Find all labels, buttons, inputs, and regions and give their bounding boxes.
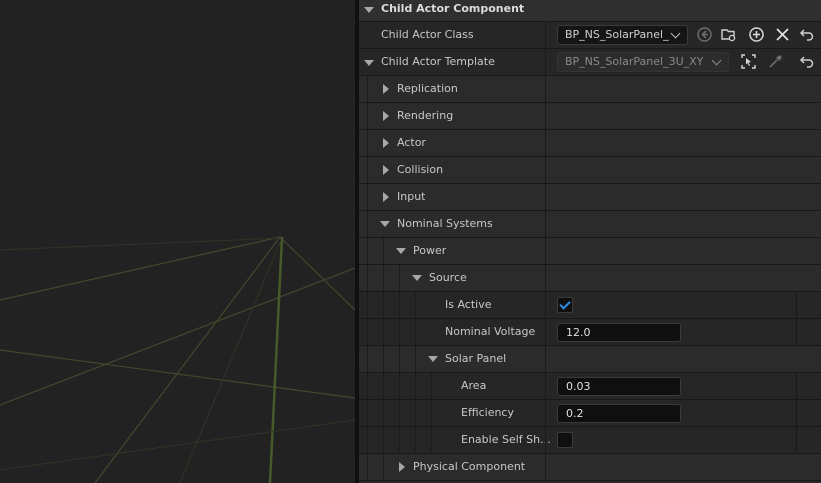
collapse-arrow-icon[interactable] — [364, 7, 374, 13]
row-enable-self-shadow: Enable Self Sh... — [359, 427, 821, 454]
area-input[interactable]: 0.03 — [557, 377, 681, 396]
child-actor-template-label: Child Actor Template — [381, 55, 495, 68]
category-nominal-systems[interactable]: Nominal Systems — [359, 211, 821, 238]
category-replication[interactable]: Replication — [359, 76, 821, 103]
child-actor-template-value: BP_NS_SolarPanel_3U_XY — [565, 55, 704, 68]
row-area: Area 0.03 — [359, 373, 821, 400]
section-child-actor-component[interactable]: Child Actor Component — [359, 0, 821, 22]
efficiency-label: Efficiency — [461, 406, 514, 419]
nominal-voltage-input[interactable]: 12.0 — [557, 323, 681, 342]
grid-floor — [0, 236, 355, 483]
expand-arrow-icon[interactable] — [383, 84, 389, 94]
nominal-voltage-label: Nominal Voltage — [445, 325, 536, 338]
chevron-down-icon — [670, 28, 681, 39]
eyedropper-icon[interactable] — [767, 53, 783, 69]
reset-arrow-icon[interactable] — [799, 27, 815, 43]
child-actor-class-value: BP_NS_SolarPanel_ — [565, 28, 669, 41]
category-label: Replication — [397, 82, 458, 95]
expand-arrow-icon[interactable] — [364, 60, 374, 66]
power-label: Power — [413, 244, 447, 257]
plus-circle-icon[interactable] — [748, 26, 764, 42]
efficiency-input[interactable]: 0.2 — [557, 404, 681, 423]
group-solar-panel[interactable]: Solar Panel — [359, 346, 821, 373]
child-actor-template-combo: BP_NS_SolarPanel_3U_XY — [557, 52, 729, 72]
category-label: Actor — [397, 136, 426, 149]
category-physical-component[interactable]: Physical Component — [359, 454, 821, 481]
expand-arrow-icon[interactable] — [383, 138, 389, 148]
expand-arrow-icon[interactable] — [383, 192, 389, 202]
category-label: Rendering — [397, 109, 454, 122]
chevron-down-icon — [711, 55, 722, 66]
is-active-checkbox[interactable] — [557, 297, 573, 313]
area-label: Area — [461, 379, 487, 392]
enable-self-shadow-label: Enable Self Sh... — [461, 433, 551, 446]
enable-self-shadow-checkbox[interactable] — [557, 432, 573, 448]
is-active-label: Is Active — [445, 298, 492, 311]
reset-arrow-icon[interactable] — [799, 54, 815, 70]
arrow-left-circle-icon[interactable] — [696, 26, 712, 42]
select-actor-icon[interactable] — [740, 53, 756, 69]
category-label: Collision — [397, 163, 444, 176]
expand-arrow-icon[interactable] — [399, 462, 405, 472]
group-source[interactable]: Source — [359, 265, 821, 292]
section-title: Child Actor Component — [381, 2, 525, 15]
row-child-actor-template[interactable]: Child Actor Template BP_NS_SolarPanel_3U… — [359, 49, 821, 76]
category-label: Input — [397, 190, 426, 203]
row-nominal-voltage: Nominal Voltage 12.0 — [359, 319, 821, 346]
category-rendering[interactable]: Rendering — [359, 103, 821, 130]
category-collision[interactable]: Collision — [359, 157, 821, 184]
child-actor-class-label: Child Actor Class — [381, 28, 474, 41]
expand-arrow-icon[interactable] — [383, 111, 389, 121]
checkmark-icon — [559, 298, 571, 310]
expand-arrow-icon[interactable] — [383, 165, 389, 175]
child-actor-class-combo[interactable]: BP_NS_SolarPanel_ — [557, 25, 688, 45]
collapse-arrow-icon[interactable] — [412, 275, 422, 281]
details-panel: Child Actor Component Child Actor Class … — [359, 0, 821, 483]
category-input[interactable]: Input — [359, 184, 821, 211]
group-power[interactable]: Power — [359, 238, 821, 265]
collapse-arrow-icon[interactable] — [396, 248, 406, 254]
solar-panel-label: Solar Panel — [445, 352, 507, 365]
level-viewport[interactable] — [0, 0, 355, 483]
category-label: Nominal Systems — [397, 217, 493, 230]
collapse-arrow-icon[interactable] — [380, 221, 390, 227]
category-actor[interactable]: Actor — [359, 130, 821, 157]
category-label: Physical Component — [413, 460, 526, 473]
folder-search-icon[interactable] — [720, 26, 736, 42]
row-efficiency: Efficiency 0.2 — [359, 400, 821, 427]
collapse-arrow-icon[interactable] — [428, 356, 438, 362]
source-label: Source — [429, 271, 467, 284]
row-child-actor-class: Child Actor Class BP_NS_SolarPanel_ — [359, 22, 821, 49]
close-icon[interactable] — [774, 26, 790, 42]
row-is-active: Is Active — [359, 292, 821, 319]
